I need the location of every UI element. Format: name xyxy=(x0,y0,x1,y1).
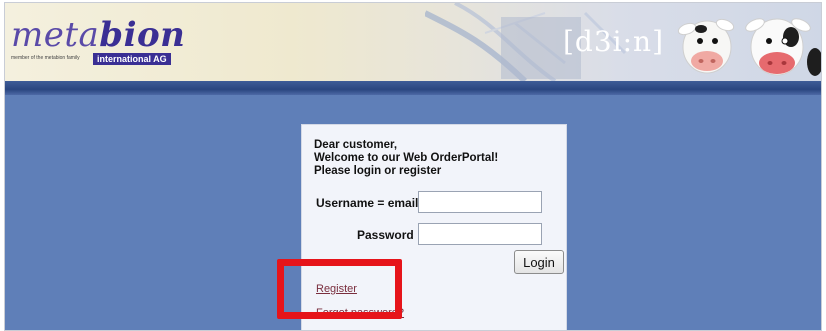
login-panel: Dear customer, Welcome to our Web OrderP… xyxy=(301,124,567,330)
metabion-logo: metabion member of the metabion family i… xyxy=(11,15,185,69)
password-label: Password xyxy=(357,228,414,242)
header-banner: metabion member of the metabion family i… xyxy=(5,3,821,81)
logo-bion-text: bion xyxy=(99,15,186,55)
welcome-message: Dear customer, Welcome to our Web OrderP… xyxy=(314,139,498,178)
logo-subtitle: international AG xyxy=(93,53,171,65)
register-link[interactable]: Register xyxy=(316,283,357,295)
browser-viewport: metabion member of the metabion family i… xyxy=(4,2,822,331)
header-stripe xyxy=(5,81,821,95)
password-input[interactable] xyxy=(418,223,542,245)
username-input[interactable] xyxy=(418,191,542,213)
logo-wordmark: metabion xyxy=(11,15,185,55)
greeting-line-3: Please login or register xyxy=(314,165,442,177)
username-label: Username = email xyxy=(316,196,419,210)
product-name: [d3i:n] xyxy=(563,25,665,58)
forgot-password-link[interactable]: Forgot password? xyxy=(316,307,404,319)
logo-meta-text: meta xyxy=(11,15,100,55)
greeting-line-1: Dear customer, xyxy=(314,139,398,151)
cow-mascots-image xyxy=(677,18,821,76)
login-button[interactable]: Login xyxy=(514,250,564,274)
logo-tagline: member of the metabion family xyxy=(11,55,80,61)
greeting-line-2: Welcome to our Web OrderPortal! xyxy=(314,152,499,164)
